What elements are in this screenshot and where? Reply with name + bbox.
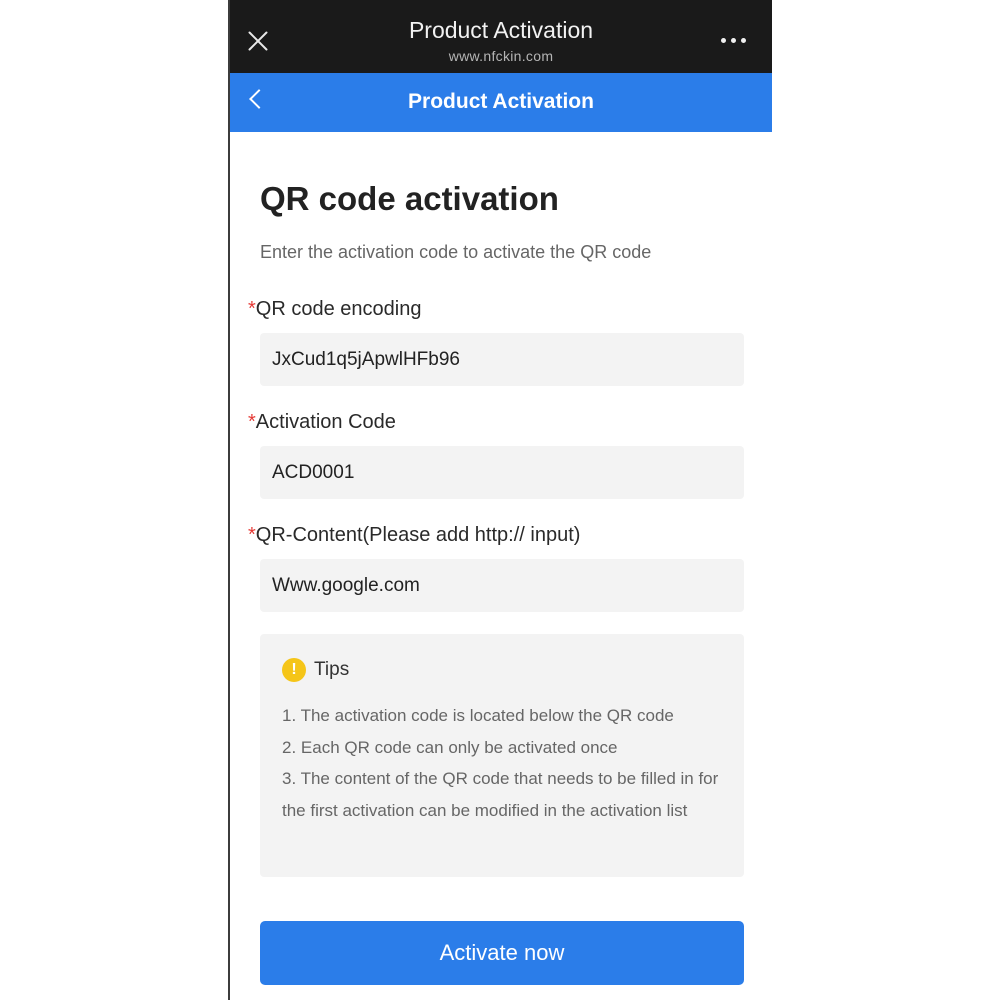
- page-heading: QR code activation: [260, 180, 559, 217]
- tip-item: 1. The activation code is located below …: [282, 706, 674, 725]
- left-gutter: [0, 0, 230, 1000]
- more-options-icon[interactable]: [721, 38, 749, 44]
- app-navbar: Product Activation: [230, 73, 772, 132]
- browser-title: Product Activation: [408, 17, 594, 43]
- qr-content-input[interactable]: [260, 559, 744, 612]
- phone-screen: Product Activation www.nfckin.com Produc…: [230, 0, 772, 1000]
- navbar-title: Product Activation: [408, 90, 594, 113]
- encoding-label-text: QR code encoding: [255, 298, 422, 320]
- warning-icon: !: [282, 658, 306, 682]
- activate-now-button[interactable]: Activate now: [260, 921, 744, 985]
- required-marker: *: [248, 411, 256, 433]
- activation-label: *Activation Code: [248, 411, 396, 434]
- main-content: QR code activation Enter the activation …: [230, 132, 772, 1000]
- tips-box: ! Tips 1. The activation code is located…: [260, 634, 744, 877]
- content-label-text: QR-Content(Please add http:// input): [255, 524, 581, 546]
- right-gutter: [772, 0, 1000, 1000]
- encoding-label: *QR code encoding: [248, 298, 421, 321]
- required-marker: *: [248, 524, 256, 546]
- tip-item: 3. The content of the QR code that needs…: [282, 769, 719, 820]
- browser-domain: www.nfckin.com: [448, 48, 554, 64]
- activation-label-text: Activation Code: [255, 411, 396, 433]
- qr-encoding-input[interactable]: [260, 333, 744, 386]
- tips-list: 1. The activation code is located below …: [282, 700, 732, 826]
- required-marker: *: [248, 298, 256, 320]
- activation-code-input[interactable]: [260, 446, 744, 499]
- tip-item: 2. Each QR code can only be activated on…: [282, 737, 618, 757]
- page-description: Enter the activation code to activate th…: [260, 242, 652, 262]
- browser-top-bar: Product Activation www.nfckin.com: [230, 0, 772, 73]
- content-label: *QR-Content(Please add http:// input): [248, 524, 580, 547]
- tips-title: Tips: [314, 659, 350, 680]
